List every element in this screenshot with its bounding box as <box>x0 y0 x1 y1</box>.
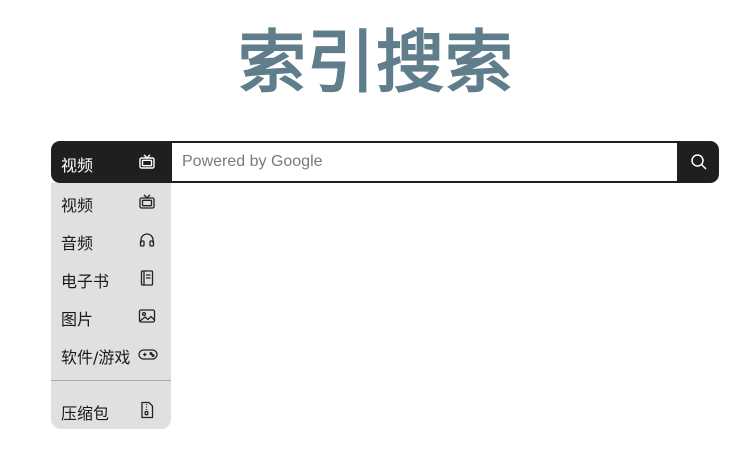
archive-icon <box>138 401 156 423</box>
category-dropdown: 视频 音频 电子书 图片 软件/游戏 压缩包 <box>51 183 171 429</box>
menu-item-image[interactable]: 图片 <box>51 297 171 335</box>
logo-title: 索引搜索 <box>237 24 514 103</box>
menu-item-ebook[interactable]: 电子书 <box>51 259 171 297</box>
menu-divider <box>51 380 171 381</box>
search-input[interactable] <box>172 143 677 181</box>
menu-item-label: 电子书 <box>61 272 110 291</box>
menu-item-label: 图片 <box>61 310 94 329</box>
tv-icon <box>138 193 156 215</box>
image-icon <box>138 307 156 329</box>
tv-icon <box>138 153 156 175</box>
search-button[interactable] <box>679 141 719 183</box>
menu-item-archive[interactable]: 压缩包 <box>51 391 171 429</box>
menu-item-software-games[interactable]: 软件/游戏 <box>51 335 171 373</box>
category-select-button[interactable]: 视频 <box>51 141 171 183</box>
selected-category-label: 视频 <box>61 156 94 175</box>
gamepad-icon <box>138 345 158 367</box>
menu-item-label: 软件/游戏 <box>61 348 131 367</box>
headphones-icon <box>138 231 156 253</box>
search-icon <box>691 154 707 170</box>
search-bar: 视频 <box>51 141 719 183</box>
menu-item-video[interactable]: 视频 <box>51 183 171 221</box>
menu-item-label: 音频 <box>61 234 94 253</box>
menu-item-audio[interactable]: 音频 <box>51 221 171 259</box>
book-icon <box>138 269 156 291</box>
menu-item-label: 压缩包 <box>61 404 110 423</box>
menu-item-label: 视频 <box>61 196 94 215</box>
